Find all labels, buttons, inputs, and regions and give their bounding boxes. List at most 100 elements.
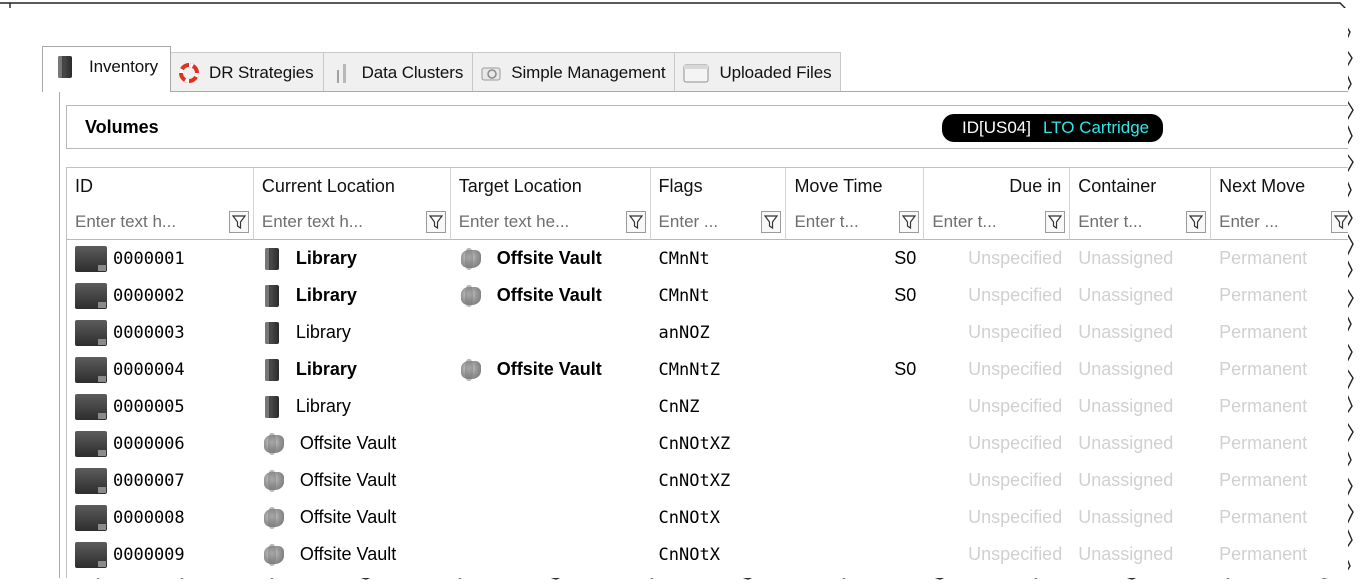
cell-container: Unassigned [1078, 433, 1174, 453]
filter-input-flags[interactable] [658, 211, 759, 232]
book-icon [262, 321, 282, 345]
filter-cell-container [1070, 204, 1212, 240]
cell-target-location [451, 536, 651, 573]
filter-input-due-in[interactable] [932, 211, 1043, 232]
table-row[interactable]: 0000003 Library anNOZ Unspecified Unassigned… [67, 314, 1348, 351]
cell-due-in: Unspecified [968, 507, 1063, 527]
table-row[interactable]: 0000001 Library Offsite Vault CMnNt S0 Unspec… [67, 240, 1348, 277]
grid-body: 0000001 Library Offsite Vault CMnNt S0 Unspec… [67, 240, 1348, 573]
window-icon [683, 62, 709, 84]
cell-current-location: Library [254, 277, 451, 314]
column-header-container[interactable]: Container [1070, 168, 1212, 204]
table-row[interactable]: 0000006 Offsite Vault CnNOtXZ Unspecified Un… [67, 425, 1348, 462]
badge-type: LTO Cartridge [1042, 118, 1150, 137]
cell-target-location: Offsite Vault [451, 277, 651, 314]
current-location-text: Library [295, 248, 357, 268]
cell-next-move: Permanent [1219, 507, 1308, 527]
cell-move-time [786, 314, 924, 351]
table-row[interactable]: 0000007 Offsite Vault CnNOtXZ Unspecified Un… [67, 462, 1348, 499]
page-title: Volumes [85, 117, 159, 137]
tab-simple-management[interactable]: Simple Management [472, 52, 676, 92]
filter-cell-next-move [1211, 204, 1348, 240]
filter-input-current-location[interactable] [261, 211, 423, 232]
cell-container: Unassigned [1078, 396, 1174, 416]
column-header-current-location[interactable]: Current Location [254, 168, 451, 204]
filter-funnel-icon[interactable] [1186, 210, 1207, 233]
table-row[interactable]: 0000002 Library Offsite Vault CMnNt S0 Unspec… [67, 277, 1348, 314]
vault-icon [262, 506, 286, 530]
tab-label: Simple Management [511, 62, 666, 82]
cell-target-location [451, 314, 651, 351]
filter-input-container[interactable] [1078, 211, 1184, 232]
cell-due-in: Unspecified [968, 544, 1063, 564]
column-header-next-move[interactable]: Next Move [1211, 168, 1348, 204]
cell-next-move: Permanent [1219, 248, 1308, 268]
book-icon [55, 55, 75, 79]
cell-current-location: Offsite Vault [254, 462, 451, 499]
cell-container: Unassigned [1078, 248, 1174, 268]
cell-due-in: Unspecified [968, 433, 1063, 453]
filter-funnel-icon[interactable] [425, 210, 446, 233]
cell-flags: CMnNt [658, 248, 710, 269]
cell-next-move: Permanent [1219, 359, 1308, 379]
filter-cell-due-in [924, 204, 1071, 240]
cell-move-time [786, 499, 924, 536]
cell-container: Unassigned [1078, 544, 1174, 564]
filter-cell-move-time [786, 204, 925, 240]
cell-move-time [786, 462, 924, 499]
grid-header-row: ID Current Location Target Location Flag… [67, 168, 1348, 204]
filter-funnel-icon[interactable] [1331, 210, 1348, 233]
cell-id: 0000002 [67, 277, 254, 314]
table-row[interactable]: 0000009 Offsite Vault CnNOtX Unspecified Una… [67, 536, 1348, 573]
filter-input-id[interactable] [75, 211, 226, 232]
tab-data-clusters[interactable]: Data Clusters [322, 52, 474, 92]
filter-input-next-move[interactable] [1219, 211, 1328, 232]
target-location-text: Offsite Vault [496, 285, 602, 305]
cell-flags: CnNZ [658, 396, 700, 417]
cell-target-location: Offsite Vault [451, 240, 651, 277]
tab-strip: Inventory DR Strategies Data Clusters Si… [42, 46, 842, 92]
cell-current-location: Offsite Vault [254, 425, 451, 462]
filter-funnel-icon[interactable] [228, 210, 249, 233]
tape-cartridge-icon [75, 282, 107, 309]
camera-icon [481, 62, 501, 84]
target-location-text: Offsite Vault [496, 359, 602, 379]
table-row[interactable]: 0000004 Library Offsite Vault CMnNtZ S0 Unspe… [67, 351, 1348, 388]
cell-id: 0000007 [67, 462, 254, 499]
filter-input-target-location[interactable] [458, 211, 623, 232]
column-header-id[interactable]: ID [67, 168, 254, 204]
filter-funnel-icon[interactable] [625, 210, 646, 233]
tape-cartridge-icon [75, 393, 107, 420]
column-header-target-location[interactable]: Target Location [451, 168, 651, 204]
tab-uploaded-files[interactable]: Uploaded Files [674, 52, 842, 92]
current-location-text: Library [295, 285, 357, 305]
table-row[interactable]: 0000008 Offsite Vault CnNOtX Unspecified Una… [67, 499, 1348, 536]
cell-target-location [451, 388, 651, 425]
current-location-text: Library [295, 322, 351, 342]
filter-funnel-icon[interactable] [1045, 210, 1066, 233]
column-header-flags[interactable]: Flags [651, 168, 787, 204]
cell-id: 0000004 [67, 351, 254, 388]
column-header-move-time[interactable]: Move Time [786, 168, 925, 204]
book-icon [262, 284, 282, 308]
badge-id: ID[US04] [962, 118, 1031, 137]
cell-flags: CnNOtX [658, 507, 720, 528]
cell-next-move: Permanent [1219, 433, 1308, 453]
volume-id: 0000005 [113, 396, 185, 417]
vault-icon [262, 543, 286, 567]
filter-funnel-icon[interactable] [761, 210, 782, 233]
column-header-due-in[interactable]: Due in [924, 168, 1071, 204]
filter-funnel-icon[interactable] [899, 210, 920, 233]
tape-cartridge-icon [75, 541, 107, 568]
cell-target-location [451, 425, 651, 462]
target-location-text: Offsite Vault [496, 248, 602, 268]
filter-input-move-time[interactable] [794, 211, 897, 232]
cell-id: 0000003 [67, 314, 254, 351]
tab-inventory[interactable]: Inventory [42, 46, 172, 92]
tab-dr-strategies[interactable]: DR Strategies [170, 52, 324, 92]
table-row[interactable]: 0000005 Library CnNZ Unspecified Unassigned P… [67, 388, 1348, 425]
current-location-text: Library [295, 396, 351, 416]
volumes-header: Volumes ID[US04] LTO Cartridge [66, 105, 1348, 149]
cell-current-location: Offsite Vault [254, 536, 451, 573]
cell-due-in: Unspecified [968, 470, 1063, 490]
